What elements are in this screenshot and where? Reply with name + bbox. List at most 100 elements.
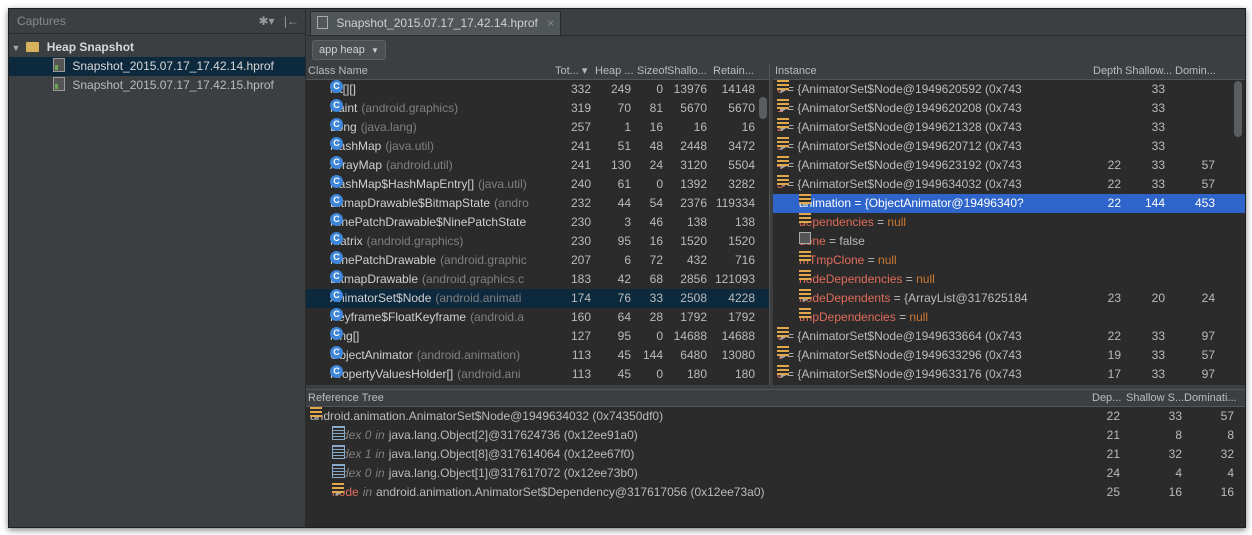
expand-arrow-icon[interactable]: ▼ (9, 39, 23, 58)
ref-shallow-cell: 32 (1168, 447, 1182, 461)
class-row[interactable]: C Matrix (android.graphics) 230 95 16 1520 1520 (306, 232, 769, 251)
instance-cell: ▼5 = {AnimatorSet$Node@1949634032 (0x743 (777, 175, 1091, 194)
class-total-cell: 241 (570, 139, 591, 153)
instance-scrollbar[interactable] (1234, 81, 1242, 137)
col-depth[interactable]: Depth (1093, 63, 1125, 79)
instance-table: Instance Depth Shallow... Domin... ▶0 = … (773, 63, 1245, 385)
capture-file-item[interactable]: Snapshot_2015.07.17_17.42.14.hprof (9, 57, 305, 76)
class-heap-cell: 51 (617, 139, 631, 153)
dominating-cell: 57 (1201, 158, 1215, 172)
col-class-name[interactable]: Class Name (308, 63, 553, 79)
instance-row[interactable]: ▶6 = {AnimatorSet$Node@1949633664 (0x743… (773, 327, 1245, 346)
class-row[interactable]: C NinePatchDrawable$NinePatchState 230 3 46 1… (306, 213, 769, 232)
instance-cell: ▶4 = {AnimatorSet$Node@1949623192 (0x743 (777, 156, 1091, 175)
class-sizeof-cell: 24 (649, 158, 663, 172)
class-row[interactable]: Clong[] 127 95 0 14688 14688 (306, 327, 769, 346)
class-row[interactable]: C ObjectAnimator (android.animation) 113 45 1… (306, 346, 769, 365)
instance-row[interactable]: ▶2 = {AnimatorSet$Node@1949621328 (0x743… (773, 118, 1245, 137)
shallow-cell: 20 (1151, 291, 1165, 305)
col-shallow-size[interactable]: Shallow... (1125, 63, 1173, 79)
class-row[interactable]: C AnimatorSet$Node (android.animati 174 76 33… (306, 289, 769, 308)
col-instance[interactable]: Instance (775, 63, 1075, 79)
instance-cell: ▶1 = {AnimatorSet$Node@1949620208 (0x743 (777, 99, 1091, 118)
instance-row[interactable]: ▶7 = {AnimatorSet$Node@1949633296 (0x743… (773, 346, 1245, 365)
class-row[interactable]: C BitmapDrawable (android.graphics.c 183 42 6… (306, 270, 769, 289)
reference-text: java.lang.Object[1]@317617072 (0x12ee73b… (388, 466, 638, 480)
close-icon[interactable]: × (547, 16, 554, 30)
class-package: (android.graphics) (361, 101, 459, 115)
reference-row[interactable]: ▶Index 0injava.lang.Object[2]@317624736 … (306, 426, 1245, 445)
in-keyword: in (375, 428, 385, 442)
instance-row[interactable]: ▶4 = {AnimatorSet$Node@1949623192 (0x743… (773, 156, 1245, 175)
class-retained-cell: 121093 (714, 272, 755, 286)
capture-file-item[interactable]: Snapshot_2015.07.17_17.42.15.hprof (9, 76, 305, 95)
class-name: AnimatorSet$Node (330, 291, 432, 305)
equals-sign: = (873, 215, 888, 229)
instance-row[interactable]: tmpDependencies = null (773, 308, 1245, 327)
instance-row[interactable]: ▶0 = {AnimatorSet$Node@1949620592 (0x743… (773, 80, 1245, 99)
class-sizeof-cell: 0 (656, 329, 663, 343)
instance-value: {AnimatorSet$Node@1949623192 (0x743 (797, 158, 1022, 172)
tab-snapshot[interactable]: Snapshot_2015.07.17_17.42.14.hprof × (310, 11, 562, 35)
class-name: NinePatchDrawable (330, 253, 437, 267)
reference-row[interactable]: ▶Index 1injava.lang.Object[8]@317614064 … (306, 445, 1245, 464)
instance-row[interactable]: ▶3 = {AnimatorSet$Node@1949620712 (0x743… (773, 137, 1245, 156)
ref-dominating-cell: 4 (1227, 466, 1234, 480)
class-row[interactable]: C BitmapDrawable$BitmapState (andro 232 44 54… (306, 194, 769, 213)
col-dominating[interactable]: Domin... (1175, 63, 1223, 79)
col-ref-dominating[interactable]: Dominati... (1184, 390, 1238, 406)
class-name-cell: C BitmapDrawable (android.graphics.c (330, 270, 552, 289)
ref-depth-cell: 21 (1106, 428, 1120, 442)
col-sizeof[interactable]: Sizeof (637, 63, 667, 79)
heap-select[interactable]: app heap ▼ (312, 40, 386, 60)
class-total-cell: 319 (570, 101, 591, 115)
depth-cell: 22 (1107, 158, 1121, 172)
instance-row[interactable]: ▶nodeDependents = {ArrayList@317625184 23… (773, 289, 1245, 308)
class-icon: C (330, 118, 343, 131)
reference-row[interactable]: ▼android.animation.AnimatorSet$Node@1949… (306, 407, 1245, 426)
col-ref-shallow[interactable]: Shallow S... (1126, 390, 1186, 406)
gear-icon[interactable]: ✱▾ (258, 14, 274, 28)
class-total-cell: 160 (570, 310, 591, 324)
instance-value: null (887, 215, 907, 229)
tab-label: Snapshot_2015.07.17_17.42.14.hprof (336, 16, 538, 30)
class-row[interactable]: C HashMap (java.util) 241 51 48 2448 3472 (306, 137, 769, 156)
class-row[interactable]: C Long (java.lang) 257 1 16 16 16 (306, 118, 769, 137)
depth-cell: 22 (1107, 177, 1121, 191)
editor-area: Snapshot_2015.07.17_17.42.14.hprof × app… (306, 9, 1245, 527)
reference-text: android.animation.AnimatorSet$Dependency… (376, 485, 765, 499)
reference-row[interactable]: ▶Index 0injava.lang.Object[1]@317617072 … (306, 464, 1245, 483)
class-shallow-cell: 2448 (680, 139, 707, 153)
instance-row[interactable]: ▶8 = {AnimatorSet$Node@1949633176 (0x743… (773, 365, 1245, 384)
instance-row[interactable]: ▶animation = {ObjectAnimator@19496340? 22… (773, 194, 1245, 213)
class-row[interactable]: C Paint (android.graphics) 319 70 81 5670 5670 (306, 99, 769, 118)
heap-snapshot-group[interactable]: ▼ Heap Snapshot (9, 38, 305, 57)
instance-row[interactable]: ▶1 = {AnimatorSet$Node@1949620208 (0x743… (773, 99, 1245, 118)
col-ref-depth[interactable]: Dep... (1092, 390, 1126, 406)
instance-row[interactable]: nodeDependencies = null (773, 270, 1245, 289)
col-heap[interactable]: Heap ... (595, 63, 635, 79)
instance-row[interactable]: done = false (773, 232, 1245, 251)
field-icon (777, 137, 789, 147)
class-shallow-cell: 1520 (680, 234, 707, 248)
instance-row[interactable]: dependencies = null (773, 213, 1245, 232)
class-retained-cell: 5670 (728, 101, 755, 115)
instance-row[interactable]: ▼5 = {AnimatorSet$Node@1949634032 (0x743… (773, 175, 1245, 194)
instance-value: {AnimatorSet$Node@1949620712 (0x743 (797, 139, 1022, 153)
class-row[interactable]: C ArrayMap (android.util) 241 130 24 3120 5504 (306, 156, 769, 175)
col-total[interactable]: Tot... ▾ (555, 63, 593, 79)
col-shallow[interactable]: Shallo... (667, 63, 709, 79)
class-heap-cell: 1 (624, 120, 631, 134)
class-row[interactable]: C HashMap$HashMapEntry[] (java.util) 240 61 0… (306, 175, 769, 194)
col-retained[interactable]: Retain... (713, 63, 759, 79)
class-row[interactable]: C Keyframe$FloatKeyframe (android.a 160 64 28… (306, 308, 769, 327)
reference-tree-body: ▼android.animation.AnimatorSet$Node@1949… (306, 407, 1245, 502)
class-row[interactable]: C NinePatchDrawable (android.graphic 207 6 72… (306, 251, 769, 270)
class-scrollbar[interactable] (759, 97, 767, 119)
reference-row[interactable]: ▶nodeinandroid.animation.AnimatorSet$Dep… (306, 483, 1245, 502)
class-retained-cell: 138 (734, 215, 755, 229)
instance-row[interactable]: mTmpClone = null (773, 251, 1245, 270)
class-row[interactable]: C PropertyValuesHolder[] (android.ani 113 45… (306, 365, 769, 384)
class-row[interactable]: Cint[][] 332 249 0 13976 14148 (306, 80, 769, 99)
collapse-icon[interactable]: |← (284, 14, 299, 28)
